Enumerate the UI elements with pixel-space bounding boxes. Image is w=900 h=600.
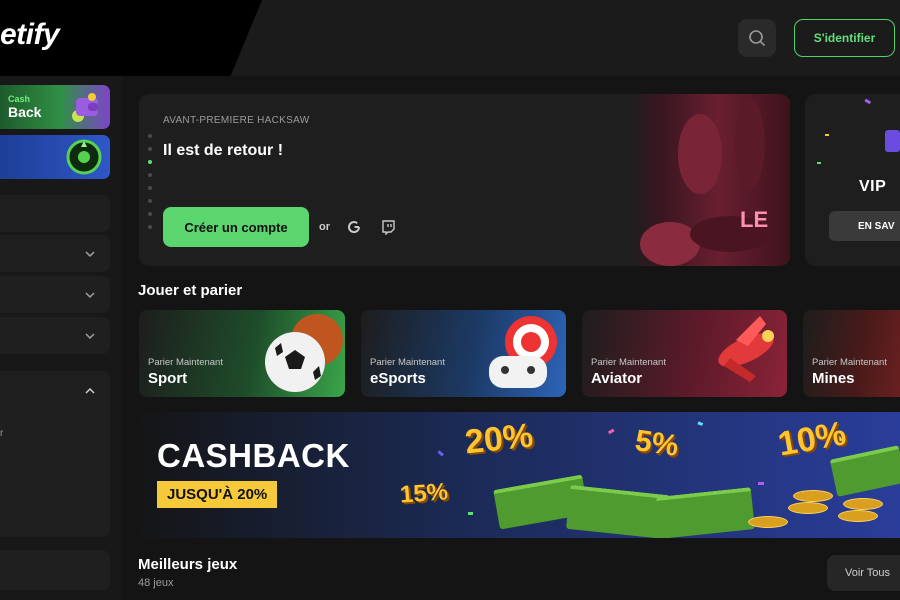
gold-coin — [748, 516, 788, 528]
game-card-sub: Parier Maintenant — [370, 357, 445, 368]
sidebar-expanded-section[interactable] — [0, 371, 110, 537]
soccer-ball-icon — [265, 314, 343, 392]
sidebar-nav-item[interactable] — [0, 550, 110, 590]
sidebar-partial-label: r — [0, 428, 4, 439]
sidebar-nav-item[interactable] — [0, 195, 110, 232]
wheel-icon — [66, 139, 102, 175]
carousel-dot[interactable] — [148, 173, 152, 177]
carousel-dot[interactable] — [148, 212, 152, 216]
hero-art-logo: LE — [740, 207, 769, 232]
hero-banner[interactable]: LE AVANT-PREMIERE HACKSAW Il est de reto… — [139, 94, 790, 266]
gold-coin — [838, 510, 878, 522]
plane-icon — [718, 316, 774, 382]
game-card-sport[interactable]: Parier Maintenant Sport — [139, 310, 345, 397]
game-card-name: eSports — [370, 370, 426, 387]
carousel-dot[interactable] — [148, 134, 152, 138]
cashback-promo-small: Cash — [8, 94, 31, 104]
search-button[interactable] — [738, 19, 776, 57]
top-bar: etify S'identifier — [0, 0, 900, 76]
cashback-promo-tile[interactable]: Cash Back — [0, 85, 110, 129]
percent-badge: 20% — [463, 416, 535, 462]
twitch-login-button[interactable] — [376, 215, 400, 239]
gold-coin — [788, 502, 828, 514]
login-button[interactable]: S'identifier — [794, 19, 895, 57]
vip-promo-card[interactable]: VIP EN SAV — [805, 94, 900, 266]
cashback-title: CASHBACK — [157, 437, 350, 474]
chevron-down-icon — [85, 250, 95, 257]
play-section-title: Jouer et parier — [138, 282, 243, 299]
create-account-button[interactable]: Créer un compte — [163, 207, 309, 247]
sidebar-dropdown[interactable] — [0, 276, 110, 313]
game-card-aviator[interactable]: Parier Maintenant Aviator — [582, 310, 787, 397]
sidebar-dropdown[interactable] — [0, 317, 110, 354]
hero-art-shapes — [640, 99, 770, 266]
vip-learn-more-button[interactable]: EN SAV — [829, 211, 900, 241]
percent-badge: 15% — [399, 478, 449, 509]
game-card-name: Sport — [148, 370, 188, 387]
game-card-sub: Parier Maintenant — [591, 357, 666, 368]
game-card-sub: Parier Maintenant — [148, 357, 223, 368]
wallet-icon — [72, 93, 98, 122]
wheel-promo-tile[interactable] — [0, 135, 110, 179]
chevron-down-icon — [85, 291, 95, 298]
gamepad-target-icon — [489, 316, 557, 388]
percent-badge: 5% — [632, 424, 681, 463]
google-login-button[interactable] — [342, 215, 366, 239]
game-card-name: Mines — [812, 370, 855, 387]
carousel-dot[interactable] — [148, 199, 152, 203]
sidebar-dropdown[interactable] — [0, 235, 110, 272]
best-games-count: 48 jeux — [138, 577, 174, 589]
cashback-banner[interactable]: CASHBACK JUSQU'À 20% 20% 5% 10% 15% — [138, 412, 900, 538]
game-card-mines[interactable]: Parier Maintenant Mines — [803, 310, 900, 397]
search-icon — [749, 30, 765, 46]
game-card-sub: Parier Maintenant — [812, 357, 887, 368]
game-card-name: Aviator — [591, 370, 643, 387]
cashback-tag: JUSQU'À 20% — [157, 481, 278, 508]
carousel-dot[interactable] — [148, 225, 152, 229]
see-all-button[interactable]: Voir Tous — [827, 555, 900, 591]
google-icon — [348, 221, 361, 233]
hero-eyebrow: AVANT-PREMIERE HACKSAW — [163, 115, 310, 126]
carousel-dots — [148, 134, 152, 238]
cashback-promo-big: Back — [8, 104, 42, 120]
hero-title: Il est de retour ! — [163, 142, 284, 159]
gold-coin — [843, 498, 883, 510]
gold-coin — [793, 490, 833, 502]
best-games-title: Meilleurs jeux — [138, 556, 238, 573]
carousel-dot-active[interactable] — [148, 160, 152, 164]
money-stack — [656, 487, 755, 538]
chevron-up-icon — [85, 387, 95, 394]
hero-game-art: LE — [630, 94, 790, 266]
carousel-dot[interactable] — [148, 186, 152, 190]
vip-title: VIP — [859, 178, 887, 195]
logo[interactable]: etify — [0, 18, 60, 52]
game-card-esports[interactable]: Parier Maintenant eSports — [361, 310, 566, 397]
carousel-dot[interactable] — [148, 147, 152, 151]
chevron-down-icon — [85, 332, 95, 339]
twitch-icon — [382, 220, 395, 235]
or-label: or — [319, 221, 330, 233]
confetti-decoration — [817, 98, 900, 164]
money-stack — [565, 484, 671, 538]
